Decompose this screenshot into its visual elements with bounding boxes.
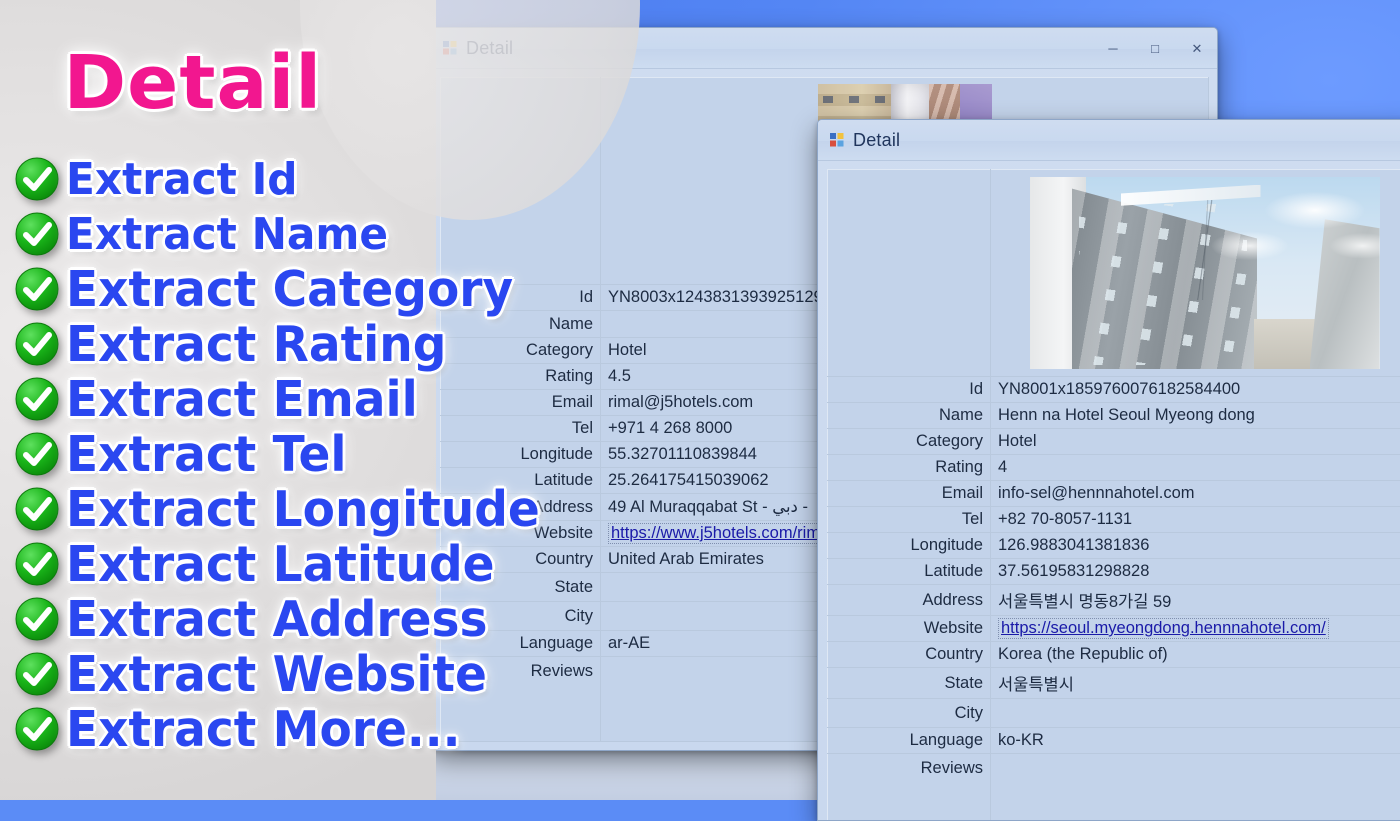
app-icon [829, 132, 845, 148]
field-value[interactable]: info-sel@hennnahotel.com [991, 481, 1400, 507]
list-item: Extract Website [14, 647, 554, 702]
hotel-photo [1030, 177, 1380, 369]
photo-row-label [828, 170, 991, 377]
close-button[interactable]: ✕ [1187, 39, 1207, 57]
field-value[interactable]: 126.9883041381836 [991, 533, 1400, 559]
table-row: Tel+82 70-8057-1131 [828, 507, 1400, 533]
field-label: Language [828, 728, 991, 754]
photo-cell [991, 170, 1400, 377]
field-value[interactable]: 서울특별시 [991, 668, 1400, 699]
field-label: Id [828, 377, 991, 403]
field-value[interactable]: 37.56195831298828 [991, 559, 1400, 585]
field-value-website[interactable]: https://seoul.myeongdong.hennnahotel.com… [991, 616, 1400, 642]
table-row: City [828, 699, 1400, 728]
check-icon [14, 431, 62, 479]
list-item-label: Extract Tel [66, 430, 347, 480]
list-item: Extract Email [14, 372, 554, 427]
field-label: Email [828, 481, 991, 507]
list-item-label: Extract Category [66, 265, 513, 315]
check-icon [14, 541, 62, 589]
list-item: Extract Rating [14, 317, 554, 372]
table-row: IdYN8001x1859760076182584400 [828, 377, 1400, 403]
field-value[interactable]: YN8001x1859760076182584400 [991, 377, 1400, 403]
table-row: NameHenn na Hotel Seoul Myeong dong [828, 403, 1400, 429]
list-item-label: Extract Website [66, 650, 487, 700]
check-icon [14, 486, 62, 534]
list-item: Extract Name [14, 207, 554, 262]
table-row: CountryKorea (the Republic of) [828, 642, 1400, 668]
field-value[interactable]: +82 70-8057-1131 [991, 507, 1400, 533]
list-item: Extract Id [14, 152, 554, 207]
detail-window-front[interactable]: Detail IdYN800 [817, 119, 1400, 821]
table-row: Languageko-KR [828, 728, 1400, 754]
table-row: CategoryHotel [828, 429, 1400, 455]
field-value[interactable]: Henn na Hotel Seoul Myeong dong [991, 403, 1400, 429]
table-row: Emailinfo-sel@hennnahotel.com [828, 481, 1400, 507]
list-item-label: Extract Longitude [66, 485, 540, 535]
check-icon [14, 706, 62, 754]
photo-row [828, 170, 1400, 377]
table-row: Website https://seoul.myeongdong.hennnaho… [828, 616, 1400, 642]
list-item-label: Extract More... [66, 705, 461, 755]
list-item: Extract Latitude [14, 537, 554, 592]
list-item: Extract Address [14, 592, 554, 647]
list-item: Extract More... [14, 702, 554, 757]
feature-list: Extract Id Extract Name Extract Category… [14, 152, 554, 757]
field-value[interactable]: Hotel [991, 429, 1400, 455]
check-icon [14, 156, 62, 204]
check-icon [14, 211, 62, 259]
minimize-button[interactable]: ─ [1103, 39, 1123, 57]
check-icon [14, 376, 62, 424]
page-title: Detail [63, 46, 322, 120]
table-row: State서울특별시 [828, 668, 1400, 699]
website-link[interactable]: https://seoul.myeongdong.hennnahotel.com… [998, 618, 1329, 639]
table-row: Longitude126.9883041381836 [828, 533, 1400, 559]
field-label: Category [828, 429, 991, 455]
field-value[interactable]: Korea (the Republic of) [991, 642, 1400, 668]
field-label: Name [828, 403, 991, 429]
list-item: Extract Category [14, 262, 554, 317]
list-item-label: Extract Rating [66, 320, 446, 370]
field-value[interactable]: ko-KR [991, 728, 1400, 754]
list-item-label: Extract Address [66, 595, 488, 645]
field-label: Rating [828, 455, 991, 481]
field-label: Latitude [828, 559, 991, 585]
table-row: Address서울특별시 명동8가길 59 [828, 585, 1400, 616]
list-item-label: Extract Latitude [66, 540, 495, 590]
field-label: Address [828, 585, 991, 616]
list-item-label: Extract Name [66, 212, 388, 258]
check-icon [14, 266, 62, 314]
field-label: Reviews [828, 754, 991, 821]
list-item-label: Extract Email [66, 375, 418, 425]
window-body-front: IdYN8001x1859760076182584400 NameHenn na… [818, 161, 1400, 821]
window-title: Detail [853, 130, 900, 151]
field-value[interactable] [991, 754, 1400, 821]
list-item: Extract Tel [14, 427, 554, 482]
field-label: Tel [828, 507, 991, 533]
detail-grid-front: IdYN8001x1859760076182584400 NameHenn na… [827, 169, 1400, 821]
list-item: Extract Longitude [14, 482, 554, 537]
field-label: Longitude [828, 533, 991, 559]
titlebar-front[interactable]: Detail [818, 120, 1400, 161]
field-value[interactable]: 4 [991, 455, 1400, 481]
field-label: City [828, 699, 991, 728]
website-link[interactable]: https://www.j5hotels.com/rim [608, 523, 823, 544]
field-label: Website [828, 616, 991, 642]
promo-panel: Detail Extract Id Extract Name Extract C… [0, 0, 436, 800]
maximize-button[interactable]: □ [1145, 39, 1165, 57]
table-row: Reviews [828, 754, 1400, 821]
window-controls[interactable]: ─ □ ✕ [1103, 28, 1207, 68]
check-icon [14, 321, 62, 369]
check-icon [14, 651, 62, 699]
list-item-label: Extract Id [66, 157, 298, 203]
field-label: Country [828, 642, 991, 668]
table-row: Latitude37.56195831298828 [828, 559, 1400, 585]
field-value[interactable]: 서울특별시 명동8가길 59 [991, 585, 1400, 616]
check-icon [14, 596, 62, 644]
table-row: Rating4 [828, 455, 1400, 481]
field-label: State [828, 668, 991, 699]
field-value[interactable] [991, 699, 1400, 728]
